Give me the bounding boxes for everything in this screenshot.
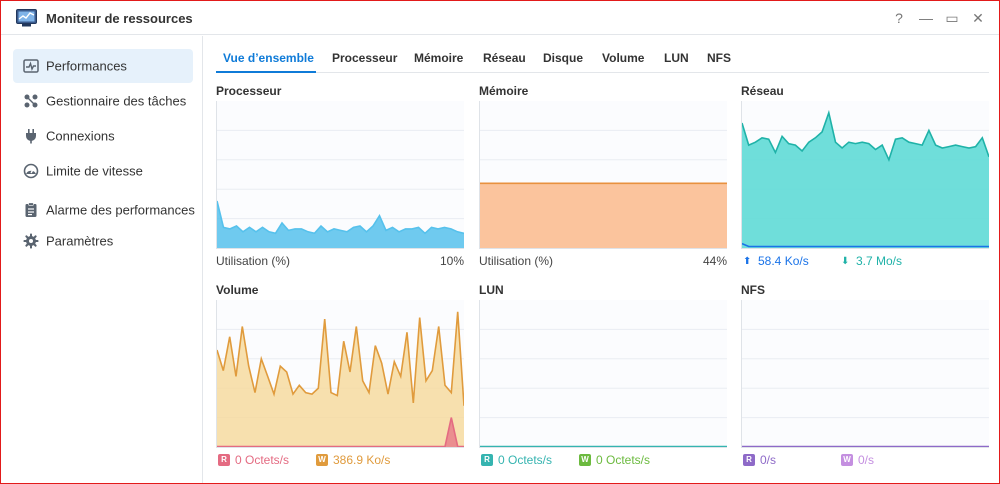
download-legend: ⬇ 3.7 Mo/s: [841, 254, 902, 268]
sidebar-item-label: Connexions: [46, 128, 115, 144]
sidebar-item-label: Limite de vitesse: [46, 163, 143, 179]
panel-footer: R 0 Octets/s W 386.9 Ko/s: [216, 453, 464, 469]
write-legend: W 0 Octets/s: [579, 453, 650, 467]
active-tab-indicator: [216, 71, 316, 73]
read-badge-icon: R: [743, 454, 755, 466]
write-legend: W 386.9 Ko/s: [316, 453, 390, 467]
write-rate: 386.9 Ko/s: [333, 453, 391, 467]
tab-processor[interactable]: Processeur: [332, 51, 397, 65]
read-legend: R 0 Octets/s: [218, 453, 289, 467]
sidebar-item-settings[interactable]: Paramètres: [13, 224, 193, 258]
memory-chart[interactable]: [479, 101, 727, 249]
tab-lun[interactable]: LUN: [664, 51, 689, 65]
sidebar: Performances Gestionnaire des tâches Con…: [1, 36, 203, 483]
panel-title: NFS: [741, 283, 765, 297]
network-chart[interactable]: [741, 101, 989, 249]
network-series-0-area: [742, 112, 989, 248]
maximize-icon[interactable]: ▭: [944, 10, 960, 26]
tab-bar: Vue d’ensemble Processeur Mémoire Réseau…: [216, 46, 989, 73]
speed-gauge-icon: [23, 163, 39, 179]
close-icon[interactable]: ✕: [970, 10, 986, 26]
panel-title: Réseau: [741, 84, 784, 98]
lun-chart[interactable]: [479, 300, 727, 448]
panel-footer: ⬆ 58.4 Ko/s ⬇ 3.7 Mo/s: [741, 254, 989, 270]
volume-chart[interactable]: [216, 300, 464, 448]
memory-series-0-area: [480, 183, 727, 248]
write-rate: 0 Octets/s: [596, 453, 651, 467]
tab-overview[interactable]: Vue d’ensemble: [223, 51, 314, 65]
panel-title: Mémoire: [479, 84, 529, 98]
sidebar-item-connections[interactable]: Connexions: [13, 119, 193, 153]
panel-footer: Utilisation (%) 10%: [216, 254, 464, 270]
tab-network[interactable]: Réseau: [483, 51, 526, 65]
upload-legend: ⬆ 58.4 Ko/s: [743, 254, 809, 268]
tab-volume[interactable]: Volume: [602, 51, 644, 65]
nfs-chart[interactable]: [741, 300, 989, 448]
processor-series-0-area: [217, 201, 464, 248]
sidebar-item-label: Paramètres: [46, 233, 114, 249]
read-legend: R 0 Octets/s: [481, 453, 552, 467]
utilization-label: Utilisation (%): [479, 254, 554, 268]
write-rate: 0/s: [858, 453, 875, 467]
read-legend: R 0/s: [743, 453, 776, 467]
sidebar-item-label: Alarme des performances: [46, 202, 195, 218]
read-badge-icon: R: [481, 454, 493, 466]
performance-icon: [23, 59, 39, 73]
panel-title: Volume: [216, 283, 259, 297]
write-legend: W 0/s: [841, 453, 874, 467]
processor-chart[interactable]: [216, 101, 464, 249]
sidebar-item-speed-limit[interactable]: Limite de vitesse: [13, 154, 193, 188]
clipboard-alarm-icon: [25, 202, 37, 217]
minimize-icon[interactable]: —: [918, 10, 934, 26]
tab-memory[interactable]: Mémoire: [414, 51, 463, 65]
sidebar-item-label: Gestionnaire des tâches: [46, 93, 187, 109]
sidebar-item-performances[interactable]: Performances: [13, 49, 193, 83]
panel-footer: R 0/s W 0/s: [741, 453, 989, 469]
write-badge-icon: W: [841, 454, 853, 466]
download-rate: 3.7 Mo/s: [856, 254, 903, 268]
resource-monitor-window: Moniteur de ressources ? — ▭ ✕ Performan…: [0, 0, 1000, 484]
utilization-label: Utilisation (%): [216, 254, 291, 268]
write-badge-icon: W: [579, 454, 591, 466]
plug-icon: [26, 129, 36, 144]
read-rate: 0 Octets/s: [498, 453, 553, 467]
title-bar: Moniteur de ressources ? — ▭ ✕: [1, 1, 999, 35]
sidebar-item-label: Performances: [46, 58, 127, 74]
help-icon[interactable]: ?: [891, 10, 907, 26]
upload-arrow-icon: ⬆: [743, 255, 752, 267]
panel-title: Processeur: [216, 84, 282, 98]
upload-rate: 58.4 Ko/s: [758, 254, 809, 268]
gear-icon: [23, 233, 39, 249]
write-badge-icon: W: [316, 454, 328, 466]
tab-disk[interactable]: Disque: [543, 51, 583, 65]
utilization-value: 44%: [702, 254, 727, 268]
resource-monitor-app-icon: [16, 9, 37, 27]
download-arrow-icon: ⬇: [841, 255, 850, 267]
sidebar-item-task-manager[interactable]: Gestionnaire des tâches: [13, 84, 193, 118]
task-manager-icon: [24, 94, 38, 108]
window-title: Moniteur de ressources: [46, 11, 193, 26]
panel-title: LUN: [479, 283, 504, 297]
processor-series-0-line: [217, 200, 464, 235]
read-badge-icon: R: [218, 454, 230, 466]
panel-footer: Utilisation (%) 44%: [479, 254, 727, 270]
utilization-value: 10%: [439, 254, 464, 268]
read-rate: 0 Octets/s: [235, 453, 290, 467]
panel-footer: R 0 Octets/s W 0 Octets/s: [479, 453, 727, 469]
tab-nfs[interactable]: NFS: [707, 51, 731, 65]
read-rate: 0/s: [760, 453, 777, 467]
